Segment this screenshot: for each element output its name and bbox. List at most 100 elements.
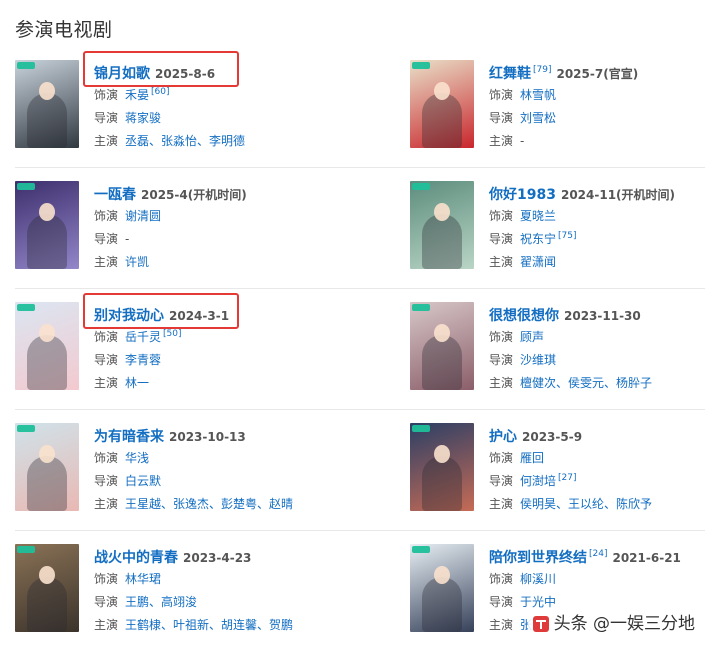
poster-face [39,82,55,100]
drama-title-line: 红舞鞋 [79] 2025-7(官宣) [489,62,713,84]
role-value[interactable]: 华浅 [125,451,149,465]
director-value[interactable]: 白云默 [125,474,161,488]
drama-stars-row: 主演 - [489,130,713,153]
role-value[interactable]: 谢清圆 [125,209,161,223]
drama-title-link[interactable]: 别对我动心 [94,308,164,324]
role-value[interactable]: 柳溪川 [520,572,556,586]
drama-poster[interactable] [15,302,79,390]
director-label: 导演 [489,232,514,246]
drama-director-row: 导演 沙维琪 [489,349,713,372]
drama-date: 2025-8-6 [155,67,216,81]
drama-title-link[interactable]: 一瓯春 [94,187,136,203]
poster-figure [27,93,67,148]
stars-value[interactable]: 檀健次、侯雯元、杨肸子 [520,376,652,390]
drama-title-line: 护心 2023-5-9 [489,425,713,447]
drama-poster[interactable] [410,302,474,390]
platform-badge-icon [412,62,430,69]
reference-link[interactable]: [24] [589,549,607,559]
drama-director-row: 导演 祝东宁 [75] [489,228,713,251]
stars-value[interactable]: 丞磊、张淼怡、李明德 [125,134,245,148]
drama-title-link[interactable]: 战火中的青春 [94,550,178,566]
platform-badge-icon [17,62,35,69]
drama-title-link[interactable]: 陪你到世界终结 [489,550,587,566]
stars-value[interactable]: 王鹤棣、叶祖新、胡连馨、贺鹏 [125,618,293,632]
director-label: 导演 [94,595,119,609]
director-value[interactable]: 祝东宁 [520,232,556,246]
platform-badge-icon [412,183,430,190]
stars-value[interactable]: 王星越、张逸杰、彭楚粤、赵晴 [125,497,293,511]
drama-date: 2023-10-13 [169,430,246,444]
poster-face [434,566,450,584]
director-value[interactable]: 于光中 [520,595,556,609]
role-value[interactable]: 禾晏 [125,88,149,102]
drama-poster[interactable] [15,544,79,632]
role-value[interactable]: 林华珺 [125,572,161,586]
reference-link[interactable]: [75] [558,231,576,241]
drama-poster[interactable] [410,60,474,148]
director-value[interactable]: 刘雪松 [520,111,556,125]
drama-poster[interactable] [15,423,79,511]
director-value[interactable]: 李青蓉 [125,353,161,367]
drama-title-link[interactable]: 红舞鞋 [489,66,531,82]
poster-figure [27,456,67,511]
drama-card: 你好1983 2024-11(开机时间) 饰演 夏晓兰 导演 祝东宁 [75] 主演 翟潇闻 [410,181,713,281]
role-value[interactable]: 岳千灵 [125,330,161,344]
drama-title-link[interactable]: 护心 [489,429,517,445]
drama-stars-row: 主演 王鹤棣、叶祖新、胡连馨、贺鹏 [94,614,344,637]
director-value[interactable]: 王鹏、高翊浚 [125,595,197,609]
drama-role-row: 饰演 顾声 [489,326,713,349]
drama-poster[interactable] [15,181,79,269]
role-value[interactable]: 夏晓兰 [520,209,556,223]
stars-label: 主演 [489,255,514,269]
drama-poster[interactable] [410,544,474,632]
drama-date: 2023-5-9 [522,430,583,444]
stars-value[interactable]: 许凯 [125,255,149,269]
drama-director-row: 导演 李青蓉 [94,349,344,372]
drama-title-link[interactable]: 锦月如歌 [94,66,150,82]
drama-poster[interactable] [410,181,474,269]
poster-figure [422,214,462,269]
row-divider [15,530,705,531]
poster-face [434,203,450,221]
director-label: 导演 [489,353,514,367]
stars-value[interactable]: 侯明昊、王以纶、陈欣予 [520,497,652,511]
director-value[interactable]: 蒋家骏 [125,111,161,125]
drama-poster[interactable] [410,423,474,511]
role-value[interactable]: 顾声 [520,330,544,344]
drama-card: 护心 2023-5-9 饰演 雁回 导演 何澍培 [27] 主演 侯明昊、王以纶、陈欣予 [410,423,713,523]
stars-value[interactable]: 翟潇闻 [520,255,556,269]
role-value[interactable]: 雁回 [520,451,544,465]
poster-face [434,82,450,100]
drama-title-line: 别对我动心 2024-3-1 [94,304,344,326]
director-value[interactable]: 何澍培 [520,474,556,488]
drama-poster[interactable] [15,60,79,148]
stars-label: 主演 [94,255,119,269]
stars-label: 主演 [489,618,514,632]
reference-link[interactable]: [60] [151,87,169,97]
drama-info: 很想很想你 2023-11-30 饰演 顾声 导演 沙维琪 主演 檀健次、侯雯元、杨肸子 [489,304,713,395]
drama-card: 战火中的青春 2023-4-23 饰演 林华珺 导演 王鹏、高翊浚 主演 王鹤棣、叶祖新、胡连… [15,544,345,644]
poster-face [434,324,450,342]
drama-info: 战火中的青春 2023-4-23 饰演 林华珺 导演 王鹏、高翊浚 主演 王鹤棣、叶祖新、胡连… [94,546,344,637]
role-value[interactable]: 林雪帆 [520,88,556,102]
director-label: 导演 [94,232,119,246]
reference-link[interactable]: [27] [558,473,576,483]
drama-title-link[interactable]: 你好1983 [489,187,556,203]
reference-link[interactable]: [50] [163,329,181,339]
drama-card: 为有暗香来 2023-10-13 饰演 华浅 导演 白云默 主演 王星越、张逸杰、彭楚粤、赵晴 [15,423,345,523]
platform-badge-icon [412,546,430,553]
role-label: 饰演 [489,451,514,465]
toutiao-logo-icon [532,616,549,632]
drama-info: 红舞鞋 [79] 2025-7(官宣) 饰演 林雪帆 导演 刘雪松 主演 - [489,62,713,153]
poster-face [39,203,55,221]
drama-card: 很想很想你 2023-11-30 饰演 顾声 导演 沙维琪 主演 檀健次、侯雯元、杨肸子 [410,302,713,402]
director-value[interactable]: 沙维琪 [520,353,556,367]
poster-face [39,566,55,584]
drama-title-link[interactable]: 很想很想你 [489,308,559,324]
drama-date: 2025-4(开机时间) [141,188,247,202]
drama-title-link[interactable]: 为有暗香来 [94,429,164,445]
stars-value[interactable]: 林一 [125,376,149,390]
reference-link[interactable]: [79] [533,65,551,75]
role-label: 饰演 [94,330,119,344]
stars-label: 主演 [489,497,514,511]
